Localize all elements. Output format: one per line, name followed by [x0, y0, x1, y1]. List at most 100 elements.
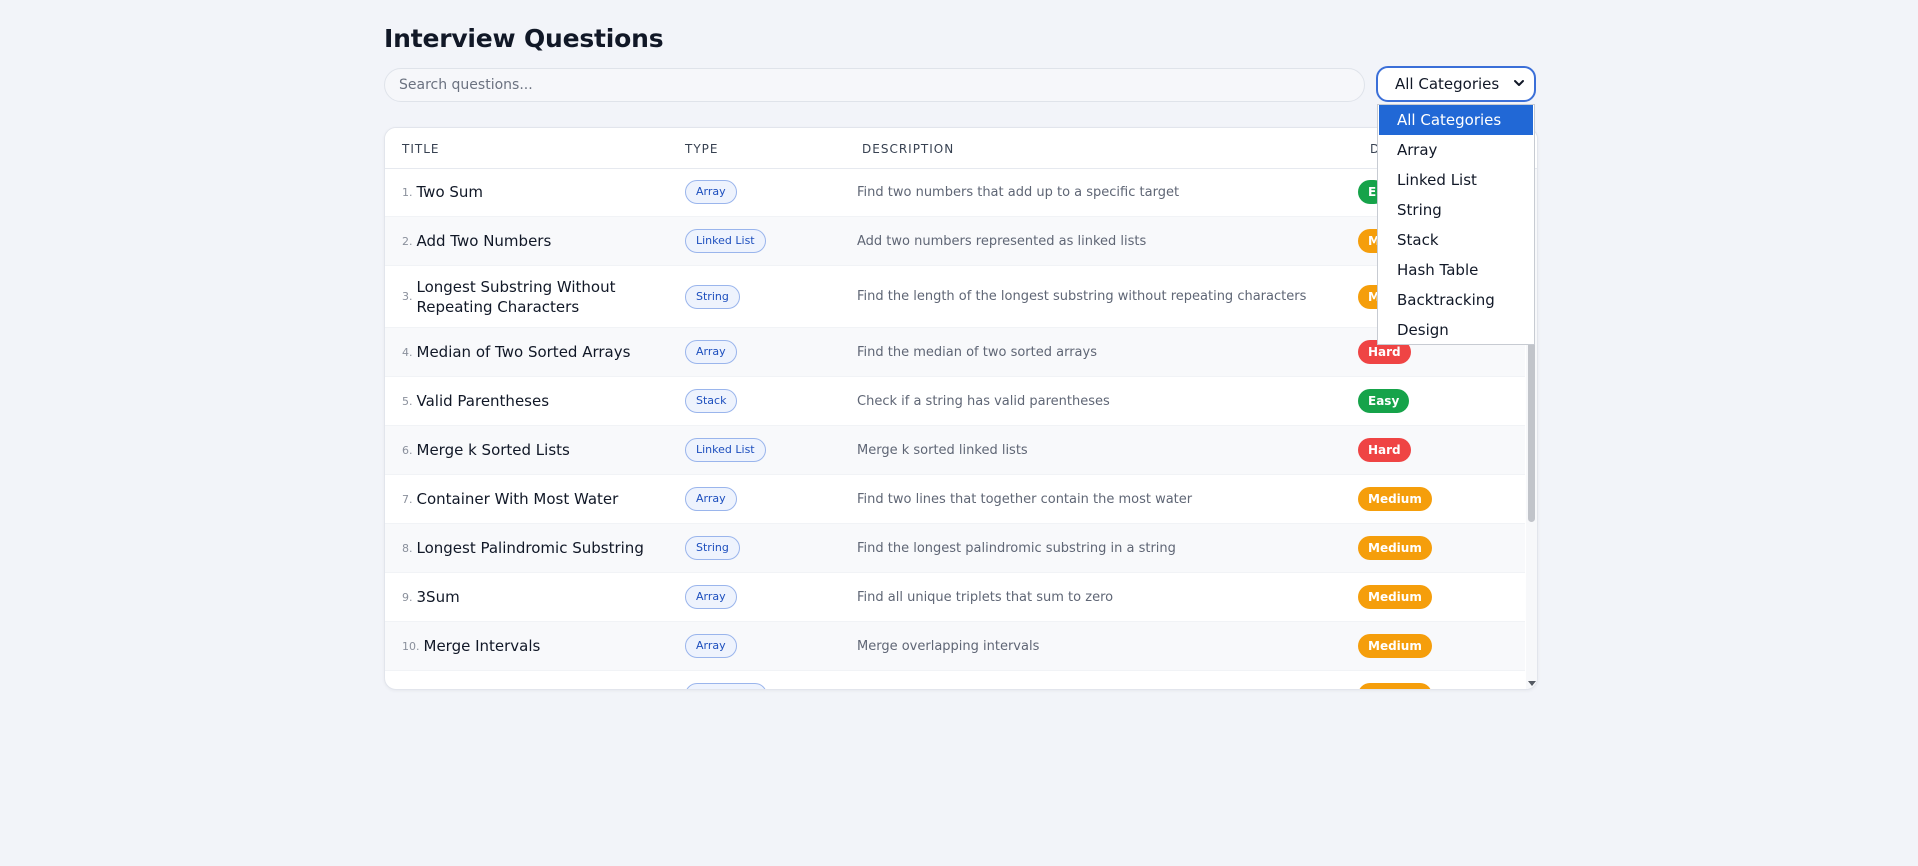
question-title[interactable]: Merge k Sorted Lists	[417, 440, 570, 460]
cell-title: 11. Group Anagrams	[402, 671, 672, 689]
cell-title: 2. Add Two Numbers	[402, 217, 672, 265]
type-badge: Array	[685, 340, 737, 364]
cell-title: 5. Valid Parentheses	[402, 377, 672, 425]
question-description: Check if a string has valid parentheses	[857, 393, 1110, 409]
cell-type: Array	[685, 168, 737, 216]
search-input[interactable]	[384, 68, 1365, 102]
question-title[interactable]: Two Sum	[417, 182, 484, 202]
cell-type: String	[685, 266, 740, 327]
dropdown-option[interactable]: Design	[1379, 315, 1533, 345]
difficulty-badge: Medium	[1358, 585, 1432, 609]
scroll-down-arrow-icon[interactable]	[1528, 681, 1536, 686]
row-number: 10.	[402, 639, 420, 653]
question-description: Find two lines that together contain the…	[857, 491, 1193, 507]
table-row[interactable]: 11. Group Anagrams Hash Table Group anagram…	[385, 671, 1525, 689]
question-title[interactable]: Longest Palindromic Substring	[417, 538, 644, 558]
question-title[interactable]: 3Sum	[417, 587, 460, 607]
column-header-type[interactable]: Type	[685, 142, 718, 156]
table-row[interactable]: 6. Merge k Sorted Lists Linked List Merge k…	[385, 426, 1525, 475]
question-description: Merge overlapping intervals	[857, 638, 1040, 654]
page-title: Interview Questions	[384, 24, 664, 53]
question-title[interactable]: Merge Intervals	[424, 636, 541, 656]
dropdown-option[interactable]: Stack	[1379, 225, 1533, 255]
cell-type: Array	[685, 328, 737, 376]
table-row[interactable]: 4. Median of Two Sorted Arrays Array Find t…	[385, 328, 1525, 377]
table-row[interactable]: 10. Merge Intervals Array Merge overlapping…	[385, 622, 1525, 671]
type-badge: Linked List	[685, 229, 766, 253]
question-title[interactable]: Median of Two Sorted Arrays	[417, 342, 631, 362]
dropdown-option[interactable]: String	[1379, 195, 1533, 225]
question-title[interactable]: Add Two Numbers	[417, 231, 552, 251]
cell-difficulty: Easy	[1358, 377, 1410, 425]
type-badge: Stack	[685, 389, 738, 413]
cell-difficulty: Medium	[1358, 671, 1432, 689]
cell-title: 6. Merge k Sorted Lists	[402, 426, 672, 474]
cell-type: String	[685, 524, 740, 572]
type-badge: Array	[685, 634, 737, 658]
questions-table: Title Type Description D 1. Two Sum Array F…	[384, 127, 1538, 690]
dropdown-option[interactable]: Array	[1379, 135, 1533, 165]
cell-difficulty: Medium	[1358, 622, 1432, 670]
row-number: 6.	[402, 443, 413, 457]
row-number: 7.	[402, 492, 413, 506]
dropdown-option[interactable]: All Categories	[1379, 105, 1533, 135]
difficulty-badge: Medium	[1358, 487, 1432, 511]
type-badge: String	[685, 536, 740, 560]
dropdown-option[interactable]: Hash Table	[1379, 255, 1533, 285]
cell-title: 3. Longest Substring Without Repeating Ch…	[402, 266, 672, 327]
difficulty-badge: Medium	[1358, 634, 1432, 658]
column-header-description[interactable]: Description	[862, 142, 954, 156]
cell-difficulty: Medium	[1358, 573, 1432, 621]
row-number: 2.	[402, 234, 413, 248]
question-title[interactable]: Container With Most Water	[417, 489, 619, 509]
question-description: Group anagrams together from a list of s…	[857, 671, 1161, 690]
table-row[interactable]: 5. Valid Parentheses Stack Check if a strin…	[385, 377, 1525, 426]
cell-type: Array	[685, 475, 737, 523]
table-row[interactable]: 3. Longest Substring Without Repeating Ch…	[385, 266, 1525, 328]
category-select-value: All Categories	[1395, 75, 1500, 93]
dropdown-option[interactable]: Backtracking	[1379, 285, 1533, 315]
difficulty-badge: Medium	[1358, 536, 1432, 560]
type-badge: Linked List	[685, 438, 766, 462]
question-title[interactable]: Group Anagrams	[424, 685, 551, 689]
dropdown-option[interactable]: Linked List	[1379, 165, 1533, 195]
table-header: Title Type Description D	[385, 128, 1537, 169]
type-badge: Array	[685, 180, 737, 204]
cell-difficulty: Medium	[1358, 475, 1432, 523]
table-row[interactable]: 7. Container With Most Water Array Find two…	[385, 475, 1525, 524]
question-title[interactable]: Valid Parentheses	[417, 391, 550, 411]
table-row[interactable]: 1. Two Sum Array Find two numbers that add …	[385, 168, 1525, 217]
question-description: Find the length of the longest substring…	[857, 289, 1307, 304]
row-number: 3.	[402, 290, 413, 303]
row-number: 8.	[402, 541, 413, 555]
column-header-title[interactable]: Title	[402, 142, 439, 156]
cell-title: 1. Two Sum	[402, 168, 672, 216]
question-description: Add two numbers represented as linked li…	[857, 233, 1147, 249]
cell-difficulty: Hard	[1358, 426, 1411, 474]
cell-type: Array	[685, 573, 737, 621]
cell-title: 7. Container With Most Water	[402, 475, 672, 523]
cell-type: Stack	[685, 377, 738, 425]
row-number: 5.	[402, 394, 413, 408]
type-badge: Array	[685, 585, 737, 609]
cell-title: 4. Median of Two Sorted Arrays	[402, 328, 672, 376]
cell-type: Array	[685, 622, 737, 670]
cell-type: Linked List	[685, 217, 766, 265]
type-badge: String	[685, 284, 740, 309]
difficulty-badge: Hard	[1358, 438, 1411, 462]
cell-title: 8. Longest Palindromic Substring	[402, 524, 672, 572]
category-select[interactable]: All Categories	[1376, 66, 1536, 102]
question-description: Find all unique triplets that sum to zer…	[857, 589, 1114, 605]
type-badge: Array	[685, 487, 737, 511]
table-row[interactable]: 8. Longest Palindromic Substring String Fin…	[385, 524, 1525, 573]
table-row[interactable]: 9. 3Sum Array Find all unique triplets that…	[385, 573, 1525, 622]
question-title[interactable]: Longest Substring Without Repeating Char…	[417, 277, 673, 317]
cell-title: 10. Merge Intervals	[402, 622, 672, 670]
cell-title: 9. 3Sum	[402, 573, 672, 621]
question-description: Merge k sorted linked lists	[857, 442, 1028, 458]
cell-type: Linked List	[685, 426, 766, 474]
table-row[interactable]: 2. Add Two Numbers Linked List Add two numb…	[385, 217, 1525, 266]
question-description: Find the longest palindromic substring i…	[857, 540, 1176, 556]
row-number: 9.	[402, 590, 413, 604]
cell-difficulty: Medium	[1358, 524, 1432, 572]
